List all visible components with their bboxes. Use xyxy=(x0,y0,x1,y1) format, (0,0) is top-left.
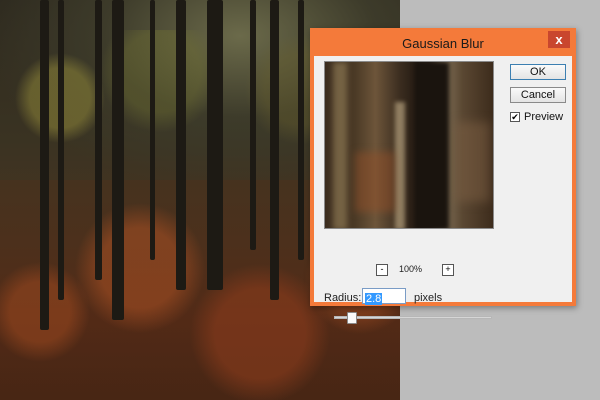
tree-trunk xyxy=(250,0,256,250)
radius-unit: pixels xyxy=(414,292,443,304)
zoom-in-button[interactable]: + xyxy=(442,264,454,276)
blur-preview-pane[interactable] xyxy=(324,61,494,229)
gaussian-blur-dialog: Gaussian Blur x - 100% + Radius: 2.8 pix… xyxy=(310,28,576,324)
preview-label: Preview xyxy=(524,111,564,123)
checkmark-icon: ✔ xyxy=(511,112,519,122)
dialog-titlebar[interactable]: Gaussian Blur x xyxy=(310,28,576,56)
radius-value: 2.8 xyxy=(365,293,383,305)
zoom-out-icon: - xyxy=(380,264,384,274)
slider-thumb[interactable] xyxy=(347,312,357,324)
close-icon: x xyxy=(555,32,563,47)
preview-checkbox[interactable]: ✔ xyxy=(510,112,520,122)
tree-trunk xyxy=(95,0,102,280)
zoom-in-icon: + xyxy=(445,264,451,274)
radius-slider[interactable] xyxy=(334,312,492,324)
radius-input[interactable]: 2.8 xyxy=(362,288,406,305)
zoom-level: 100% xyxy=(399,264,423,274)
tree-trunk xyxy=(298,0,304,260)
preview-detail xyxy=(455,122,490,202)
preview-detail xyxy=(333,62,347,228)
ok-button[interactable]: OK xyxy=(510,64,566,80)
preview-detail xyxy=(415,62,449,228)
close-button[interactable]: x xyxy=(548,31,570,48)
tree-trunk xyxy=(176,0,186,290)
dialog-body: - 100% + Radius: 2.8 pixels OK Cancel ✔ … xyxy=(314,56,572,324)
tree-trunk xyxy=(270,0,279,300)
tree-trunk xyxy=(112,0,124,320)
tree-trunk xyxy=(58,0,64,300)
tree-trunk xyxy=(40,0,49,330)
radius-label: Radius: xyxy=(324,292,362,304)
dialog-title: Gaussian Blur xyxy=(402,36,484,51)
cancel-button[interactable]: Cancel xyxy=(510,87,566,103)
tree-trunk xyxy=(150,0,155,260)
preview-detail xyxy=(355,152,395,212)
zoom-out-button[interactable]: - xyxy=(376,264,388,276)
tree-trunk xyxy=(207,0,223,290)
preview-detail xyxy=(395,102,405,228)
